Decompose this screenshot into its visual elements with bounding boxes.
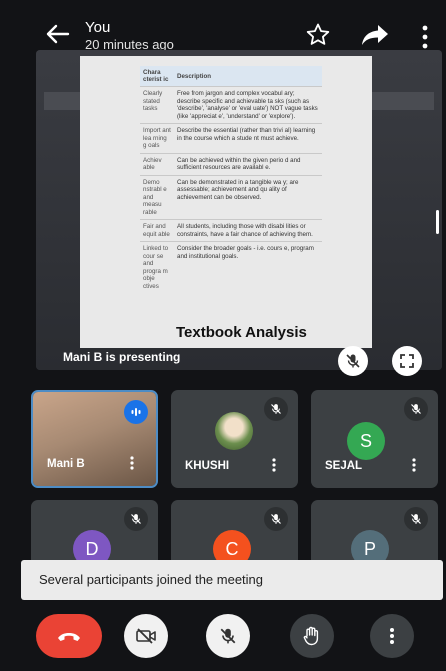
more-vert-icon[interactable] (130, 456, 134, 470)
video-off-icon (136, 628, 156, 644)
mic-off-icon (271, 514, 281, 524)
speaking-indicator (124, 400, 148, 424)
fullscreen-icon (400, 354, 414, 368)
fullscreen-button[interactable] (392, 346, 422, 376)
table-header: Description (174, 66, 322, 87)
participant-name: SEJAL (325, 460, 363, 472)
share-forward-icon[interactable] (360, 22, 390, 48)
table-row: Import ant lea rning g oals Describe the… (140, 123, 322, 153)
scrollbar-thumb[interactable] (436, 210, 439, 234)
notification-toast: Several participants joined the meeting (21, 560, 443, 600)
table-row: Linked to cour se and progra m obje ctiv… (140, 241, 322, 293)
participant-name: Mani B (47, 458, 85, 470)
star-icon[interactable] (305, 22, 331, 48)
more-vert-icon[interactable] (272, 458, 276, 472)
presentation-screen[interactable]: Chara cterist ic Description Clearly sta… (36, 50, 442, 370)
table-cell: Demo nstrabl e and measu rable (140, 174, 174, 220)
table-cell: Can be achieved within the given perio d… (174, 152, 322, 175)
participant-name: KHUSHI (185, 460, 230, 472)
mic-off-icon (131, 514, 141, 524)
header: You 20 minutes ago (0, 0, 446, 56)
table-row: Demo nstrabl e and measu rable Can be de… (140, 174, 322, 220)
table-cell: Linked to cour se and progra m obje ctiv… (140, 241, 174, 293)
end-call-button[interactable] (36, 614, 102, 658)
raise-hand-icon (303, 626, 319, 646)
mic-off-indicator (404, 507, 428, 531)
table-row: Fair and equit able All students, includ… (140, 219, 322, 242)
mic-off-icon (271, 404, 281, 414)
mic-off-indicator (264, 397, 288, 421)
camera-toggle-button[interactable] (124, 614, 168, 658)
back-arrow-icon[interactable] (44, 22, 70, 46)
more-options-button[interactable] (370, 614, 414, 658)
mic-off-icon (346, 354, 360, 368)
table-cell: Import ant lea rning g oals (140, 123, 174, 153)
mic-off-indicator (404, 397, 428, 421)
avatar (215, 412, 253, 450)
participant-tile[interactable]: KHUSHI (171, 390, 298, 488)
participant-tile[interactable]: Mani B (31, 390, 158, 488)
mic-off-indicator (124, 507, 148, 531)
presentation-mic-off-button[interactable] (338, 346, 368, 376)
table-cell: Describe the essential (rather than triv… (174, 123, 322, 153)
table-cell: Achiev able (140, 152, 174, 175)
audio-level-icon (131, 408, 141, 416)
mic-off-icon (220, 628, 236, 644)
participant-tile[interactable]: S SEJAL (311, 390, 438, 488)
table-cell: Free from jargon and complex vocabul ary… (174, 86, 322, 124)
table-row: Clearly stated tasks Free from jargon an… (140, 86, 322, 124)
sender-name: You (85, 19, 111, 36)
table-cell: All students, including those with disab… (174, 219, 322, 242)
hang-up-icon (58, 633, 80, 641)
characteristics-table: Chara cterist ic Description Clearly sta… (140, 66, 322, 293)
microphone-toggle-button[interactable] (206, 614, 250, 658)
table-cell: Can be demonstrated in a tangible wa y; … (174, 174, 322, 220)
mic-off-indicator (264, 507, 288, 531)
table-cell: Consider the broader goals - i.e. cours … (174, 241, 322, 293)
presenter-label: Mani B is presenting (63, 350, 181, 364)
raise-hand-button[interactable] (290, 614, 334, 658)
table-cell: Fair and equit able (140, 219, 174, 242)
avatar: S (347, 422, 385, 460)
more-vert-icon (390, 628, 394, 644)
mic-off-icon (411, 404, 421, 414)
table-row: Achiev able Can be achieved within the g… (140, 152, 322, 175)
mic-off-icon (411, 514, 421, 524)
slide-caption: Textbook Analysis (176, 324, 307, 341)
table-header: Chara cterist ic (140, 66, 174, 87)
table-cell: Clearly stated tasks (140, 86, 174, 124)
more-vert-icon[interactable] (420, 24, 430, 50)
shared-document: Chara cterist ic Description Clearly sta… (80, 56, 372, 348)
more-vert-icon[interactable] (412, 458, 416, 472)
